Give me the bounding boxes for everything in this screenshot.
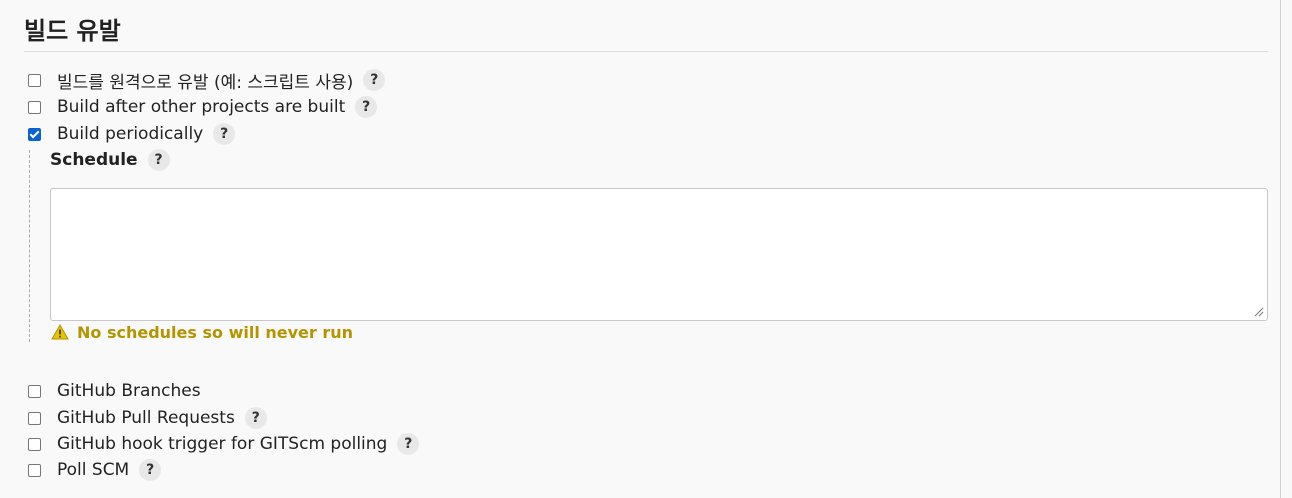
help-icon[interactable]: ? — [397, 433, 420, 455]
trigger-remote[interactable]: 빌드를 원격으로 유발 (예: 스크립트 사용) ? — [28, 68, 386, 93]
schedule-field-label: Schedule ? — [50, 148, 170, 172]
trigger-after-other-projects[interactable]: Build after other projects are built ? — [28, 95, 378, 119]
help-icon[interactable]: ? — [363, 69, 386, 91]
build-triggers-panel: 빌드 유발 빌드를 원격으로 유발 (예: 스크립트 사용) ? Build a… — [0, 0, 1281, 498]
trigger-github-pull-requests[interactable]: GitHub Pull Requests ? — [28, 406, 267, 430]
help-icon[interactable]: ? — [355, 96, 378, 118]
schedule-textarea[interactable] — [50, 188, 1268, 321]
schedule-warning: No schedules so will never run — [51, 320, 353, 344]
trigger-build-periodically-label: Build periodically — [57, 124, 204, 144]
trigger-build-periodically[interactable]: Build periodically ? — [28, 122, 236, 146]
help-icon[interactable]: ? — [139, 459, 162, 481]
schedule-label-text: Schedule — [50, 150, 138, 170]
trigger-github-branches-checkbox[interactable] — [28, 384, 41, 398]
trigger-github-hook-label: GitHub hook trigger for GITScm polling — [57, 434, 388, 454]
help-icon[interactable]: ? — [244, 407, 267, 429]
trigger-github-hook[interactable]: GitHub hook trigger for GITScm polling ? — [28, 432, 420, 456]
warning-text: No schedules so will never run — [77, 322, 354, 342]
trigger-after-other-projects-checkbox[interactable] — [28, 100, 41, 114]
help-icon[interactable]: ? — [147, 149, 170, 171]
section-divider — [24, 51, 1268, 52]
trigger-remote-label: 빌드를 원격으로 유발 (예: 스크립트 사용) — [57, 72, 354, 93]
warning-icon — [51, 324, 69, 340]
section-title: 빌드 유발 — [24, 17, 121, 45]
resize-grip-icon[interactable] — [1252, 305, 1264, 317]
trigger-github-hook-checkbox[interactable] — [28, 437, 41, 451]
trigger-github-branches-label: GitHub Branches — [57, 381, 201, 401]
trigger-github-pull-requests-label: GitHub Pull Requests — [57, 408, 235, 428]
trigger-build-periodically-checkbox[interactable] — [28, 127, 41, 141]
trigger-remote-checkbox[interactable] — [28, 73, 41, 87]
trigger-github-branches[interactable]: GitHub Branches — [28, 379, 201, 403]
trigger-github-pull-requests-checkbox[interactable] — [28, 411, 41, 425]
help-icon[interactable]: ? — [213, 123, 236, 145]
trigger-poll-scm[interactable]: Poll SCM ? — [28, 458, 162, 482]
trigger-poll-scm-checkbox[interactable] — [28, 463, 41, 477]
nested-section-guide — [29, 150, 30, 342]
trigger-after-other-projects-label: Build after other projects are built — [57, 97, 346, 117]
trigger-poll-scm-label: Poll SCM — [57, 460, 130, 480]
